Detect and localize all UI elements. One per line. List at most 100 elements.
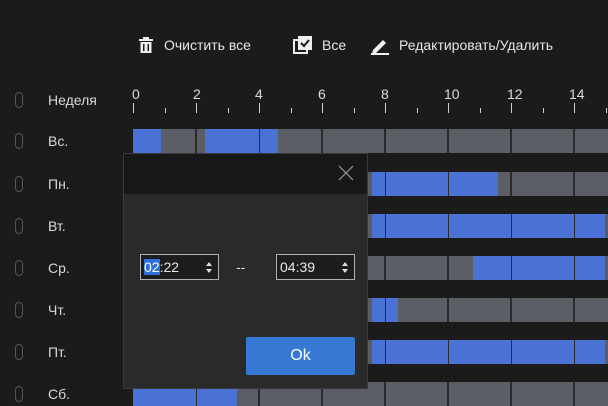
day-label: Пн. bbox=[48, 176, 70, 192]
major-tick bbox=[322, 103, 323, 113]
hour-block[interactable] bbox=[511, 298, 574, 322]
hour-divider bbox=[448, 172, 449, 196]
select-all-icon bbox=[293, 36, 312, 54]
day-label: Вс. bbox=[48, 133, 69, 149]
hour-divider bbox=[574, 172, 575, 196]
end-time-value[interactable]: 04:39 bbox=[277, 259, 339, 275]
hour-divider bbox=[511, 298, 512, 322]
drag-handle-icon bbox=[15, 386, 23, 402]
start-time-hour: 02 bbox=[144, 259, 160, 275]
hour-divider bbox=[448, 129, 449, 153]
major-tick bbox=[133, 103, 134, 113]
arrow-down-icon[interactable] bbox=[206, 268, 212, 273]
end-time-spinbox[interactable]: 04:39 bbox=[276, 254, 355, 280]
hour-divider bbox=[196, 129, 197, 153]
hour-divider bbox=[511, 172, 512, 196]
hour-divider bbox=[511, 340, 512, 364]
time-separator: -- bbox=[236, 259, 246, 275]
hour-block[interactable] bbox=[448, 298, 511, 322]
trash-icon bbox=[139, 37, 153, 53]
clear-all-label: Очистить все bbox=[164, 37, 251, 53]
tick-label: 0 bbox=[132, 86, 140, 102]
drag-handle-icon bbox=[15, 260, 23, 276]
hour-divider bbox=[511, 214, 512, 238]
tick-label: 2 bbox=[193, 86, 201, 102]
hour-divider bbox=[385, 382, 386, 406]
hour-divider bbox=[511, 129, 512, 153]
end-time-stepper[interactable] bbox=[339, 256, 351, 278]
pencil-icon bbox=[371, 40, 389, 55]
hour-divider bbox=[385, 172, 386, 196]
hour-divider bbox=[574, 340, 575, 364]
hour-block[interactable] bbox=[448, 129, 511, 153]
day-row-label: Вт. bbox=[0, 214, 66, 238]
time-edit-dialog: 02:22 -- 04:39 Ok bbox=[123, 153, 368, 389]
scheduled-range[interactable] bbox=[473, 256, 606, 280]
hour-block[interactable] bbox=[511, 382, 574, 406]
day-row-label: Чт. bbox=[0, 298, 66, 322]
arrow-up-icon[interactable] bbox=[342, 261, 348, 266]
hour-block[interactable] bbox=[385, 382, 448, 406]
week-label: Неделя bbox=[48, 92, 97, 108]
start-time-stepper[interactable] bbox=[203, 256, 215, 278]
hour-block[interactable] bbox=[574, 172, 608, 196]
minor-tick bbox=[479, 108, 481, 113]
start-time-minutes: :22 bbox=[159, 259, 180, 275]
hour-divider bbox=[322, 129, 323, 153]
hour-block[interactable] bbox=[574, 129, 608, 153]
day-label: Ср. bbox=[48, 260, 70, 276]
edit-delete-label: Редактировать/Удалить bbox=[399, 37, 554, 53]
scheduled-range[interactable] bbox=[372, 172, 499, 196]
week-header: Неделя bbox=[0, 88, 97, 112]
hour-block[interactable] bbox=[385, 129, 448, 153]
hour-divider bbox=[511, 256, 512, 280]
scheduled-range[interactable] bbox=[133, 129, 162, 153]
major-tick bbox=[448, 103, 449, 113]
minor-tick bbox=[416, 108, 418, 113]
scheduled-range[interactable] bbox=[372, 340, 606, 364]
major-tick bbox=[385, 103, 386, 113]
hour-divider bbox=[511, 382, 512, 406]
scheduled-range[interactable] bbox=[372, 214, 606, 238]
day-label: Сб. bbox=[48, 386, 71, 402]
ok-button[interactable]: Ok bbox=[246, 337, 355, 375]
hour-divider bbox=[385, 340, 386, 364]
day-label: Пт. bbox=[48, 344, 67, 360]
edit-delete-button[interactable]: Редактировать/Удалить bbox=[369, 28, 553, 62]
close-icon[interactable] bbox=[337, 164, 355, 182]
hour-block[interactable] bbox=[322, 129, 385, 153]
hour-block[interactable] bbox=[574, 298, 608, 322]
minor-tick bbox=[164, 108, 166, 113]
hour-divider bbox=[574, 382, 575, 406]
arrow-down-icon[interactable] bbox=[342, 268, 348, 273]
clear-all-button[interactable]: Очистить все bbox=[136, 28, 251, 62]
hour-divider bbox=[448, 340, 449, 364]
tick-label: 4 bbox=[255, 86, 263, 102]
minor-tick bbox=[227, 108, 229, 113]
select-all-button[interactable]: Все bbox=[292, 28, 346, 62]
major-tick bbox=[574, 103, 575, 113]
hour-divider bbox=[448, 256, 449, 280]
start-time-spinbox[interactable]: 02:22 bbox=[140, 254, 219, 280]
hour-divider bbox=[448, 298, 449, 322]
hour-block[interactable] bbox=[574, 382, 608, 406]
drag-handle-icon bbox=[15, 92, 23, 108]
arrow-up-icon[interactable] bbox=[206, 261, 212, 266]
dialog-header bbox=[124, 154, 367, 194]
hour-block[interactable] bbox=[448, 382, 511, 406]
tick-label: 14 bbox=[569, 86, 585, 102]
hour-divider bbox=[385, 129, 386, 153]
minor-tick bbox=[290, 108, 292, 113]
hour-divider bbox=[448, 214, 449, 238]
drag-handle-icon bbox=[15, 133, 23, 149]
drag-handle-icon bbox=[15, 344, 23, 360]
scheduled-range[interactable] bbox=[205, 129, 278, 153]
start-time-value[interactable]: 02:22 bbox=[141, 259, 203, 275]
hour-block[interactable] bbox=[511, 172, 574, 196]
day-row-label: Ср. bbox=[0, 256, 70, 280]
day-timeline[interactable] bbox=[133, 129, 608, 153]
hour-block[interactable] bbox=[511, 129, 574, 153]
minor-tick bbox=[353, 108, 355, 113]
hour-block[interactable] bbox=[385, 256, 448, 280]
major-tick bbox=[511, 103, 512, 113]
